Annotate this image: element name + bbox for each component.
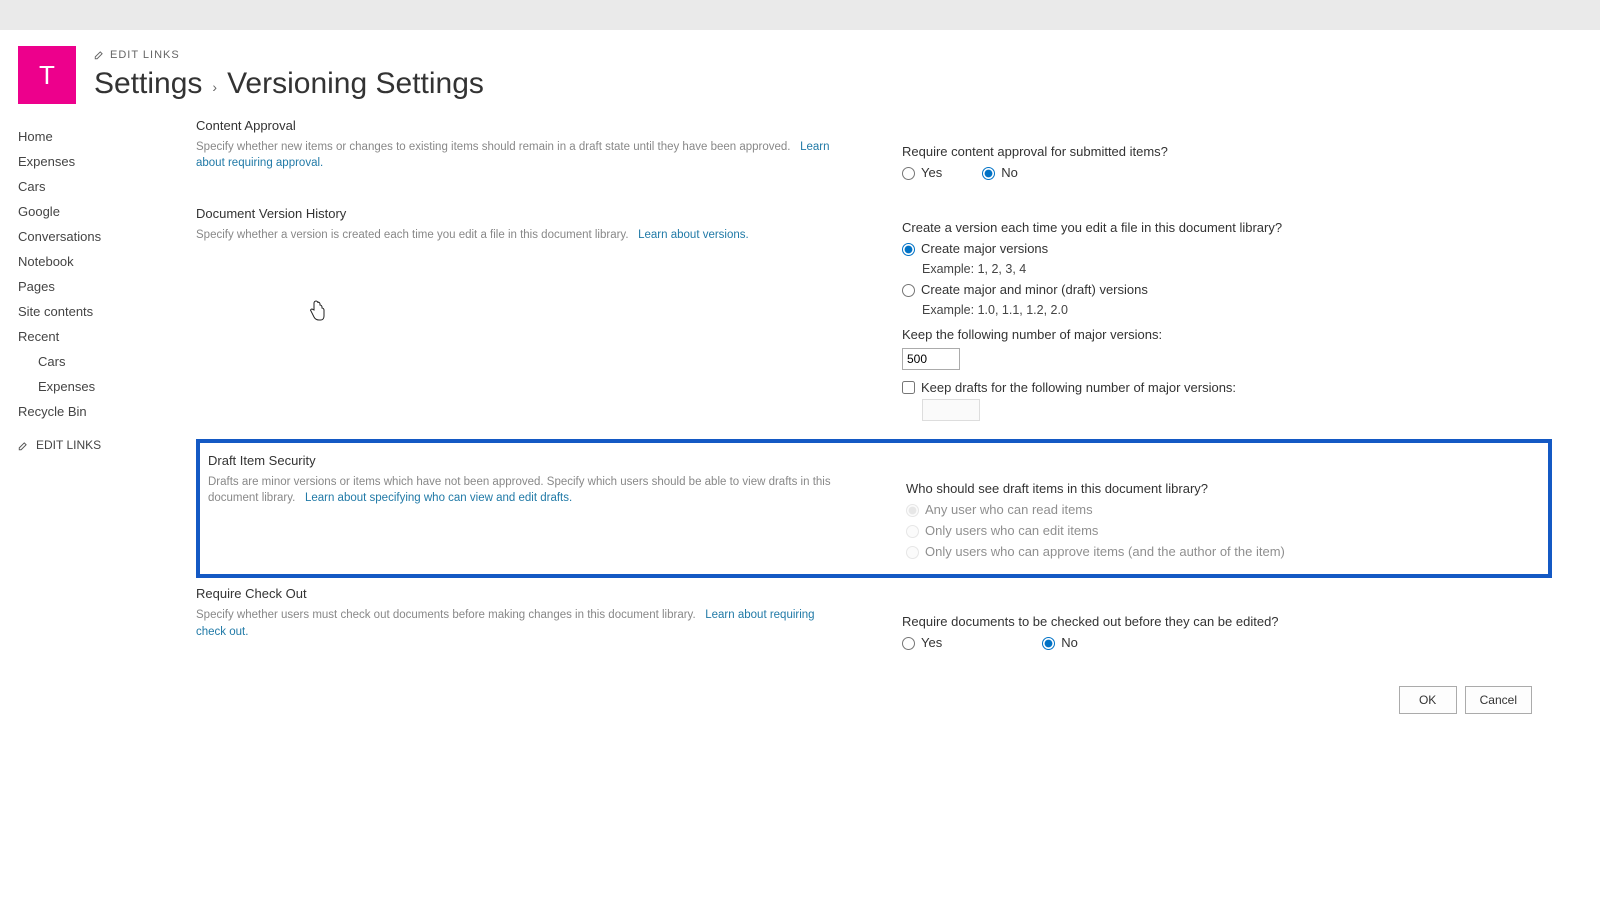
nav-edit-links[interactable]: EDIT LINKS <box>18 438 196 452</box>
breadcrumb-current: Versioning Settings <box>227 67 484 101</box>
site-logo[interactable]: T <box>18 46 76 104</box>
nav-recent-expenses[interactable]: Expenses <box>18 374 196 399</box>
history-learn-link[interactable]: Learn about versions. <box>638 229 749 241</box>
draft-opt-approve-radio[interactable] <box>906 546 919 559</box>
keep-major-label: Keep the following number of major versi… <box>902 327 1552 342</box>
approval-no-radio[interactable] <box>982 167 995 180</box>
nav-conversations[interactable]: Conversations <box>18 224 196 249</box>
nav-site-contents[interactable]: Site contents <box>18 299 196 324</box>
pencil-icon <box>18 440 28 450</box>
pencil-icon <box>94 50 104 60</box>
keep-drafts-label: Keep drafts for the following number of … <box>921 380 1236 395</box>
nav-edit-links-label: EDIT LINKS <box>36 438 101 452</box>
approval-yes-radio[interactable] <box>902 167 915 180</box>
sidebar: Home Expenses Cars Google Conversations … <box>18 118 196 452</box>
section-content-approval: Content Approval Specify whether new ite… <box>196 118 1552 188</box>
keep-major-input[interactable] <box>902 348 960 370</box>
nav-recent-cars[interactable]: Cars <box>18 349 196 374</box>
edit-links-label: EDIT LINKS <box>110 49 180 61</box>
history-minor-example: Example: 1.0, 1.1, 1.2, 2.0 <box>902 303 1552 317</box>
draft-opt-edit[interactable]: Only users who can edit items <box>906 523 1540 540</box>
checkout-yes[interactable]: Yes <box>902 635 942 650</box>
nav-expenses[interactable]: Expenses <box>18 149 196 174</box>
keep-drafts-checkbox[interactable] <box>902 381 915 394</box>
cancel-button[interactable]: Cancel <box>1465 686 1532 714</box>
history-text: Specify whether a version is created eac… <box>196 227 842 243</box>
nav-recent[interactable]: Recent <box>18 324 196 349</box>
button-row: OK Cancel <box>196 686 1552 714</box>
content: Content Approval Specify whether new ite… <box>196 118 1582 714</box>
site-logo-letter: T <box>39 60 55 91</box>
approval-text: Specify whether new items or changes to … <box>196 139 842 171</box>
ok-button[interactable]: OK <box>1399 686 1457 714</box>
approval-yes[interactable]: Yes <box>902 165 942 180</box>
nav-google[interactable]: Google <box>18 199 196 224</box>
page-header: T EDIT LINKS Settings › Versioning Setti… <box>18 46 1582 104</box>
nav-recycle-bin[interactable]: Recycle Bin <box>18 399 196 424</box>
history-minor-radio[interactable] <box>902 284 915 297</box>
breadcrumb-separator: › <box>212 73 217 95</box>
draft-opt-any-radio[interactable] <box>906 504 919 517</box>
checkout-text: Specify whether users must check out doc… <box>196 607 842 639</box>
checkout-yes-radio[interactable] <box>902 637 915 650</box>
approval-question: Require content approval for submitted i… <box>902 144 1552 159</box>
draft-text: Drafts are minor versions or items which… <box>208 474 846 506</box>
section-version-history: Document Version History Specify whether… <box>196 206 1552 421</box>
breadcrumb: Settings › Versioning Settings <box>94 67 484 101</box>
draft-title: Draft Item Security <box>208 453 846 468</box>
nav-notebook[interactable]: Notebook <box>18 249 196 274</box>
checkout-no[interactable]: No <box>1042 635 1078 650</box>
approval-title: Content Approval <box>196 118 842 133</box>
draft-opt-approve[interactable]: Only users who can approve items (and th… <box>906 544 1540 561</box>
draft-question: Who should see draft items in this docum… <box>906 481 1540 496</box>
section-draft-security: Draft Item Security Drafts are minor ver… <box>208 453 1540 565</box>
history-major-radio[interactable] <box>902 243 915 256</box>
title-area: EDIT LINKS Settings › Versioning Setting… <box>94 46 484 101</box>
layout: Home Expenses Cars Google Conversations … <box>18 118 1582 714</box>
breadcrumb-parent[interactable]: Settings <box>94 67 202 101</box>
checkout-question: Require documents to be checked out befo… <box>902 614 1552 629</box>
history-major-example: Example: 1, 2, 3, 4 <box>902 262 1552 276</box>
history-question: Create a version each time you edit a fi… <box>902 220 1552 235</box>
keep-drafts-input <box>922 399 980 421</box>
approval-no[interactable]: No <box>982 165 1018 180</box>
nav-cars[interactable]: Cars <box>18 174 196 199</box>
history-major[interactable]: Create major versions <box>902 241 1552 258</box>
draft-item-security-highlight: Draft Item Security Drafts are minor ver… <box>196 439 1552 579</box>
page-body: T EDIT LINKS Settings › Versioning Setti… <box>0 30 1600 714</box>
history-minor[interactable]: Create major and minor (draft) versions <box>902 282 1552 299</box>
checkout-no-radio[interactable] <box>1042 637 1055 650</box>
section-checkout: Require Check Out Specify whether users … <box>196 586 1552 658</box>
edit-links-top[interactable]: EDIT LINKS <box>94 49 180 61</box>
draft-opt-any[interactable]: Any user who can read items <box>906 502 1540 519</box>
nav-pages[interactable]: Pages <box>18 274 196 299</box>
draft-opt-edit-radio[interactable] <box>906 525 919 538</box>
history-title: Document Version History <box>196 206 842 221</box>
draft-learn-link[interactable]: Learn about specifying who can view and … <box>305 492 572 504</box>
suite-bar <box>0 0 1600 30</box>
checkout-title: Require Check Out <box>196 586 842 601</box>
nav-home[interactable]: Home <box>18 124 196 149</box>
